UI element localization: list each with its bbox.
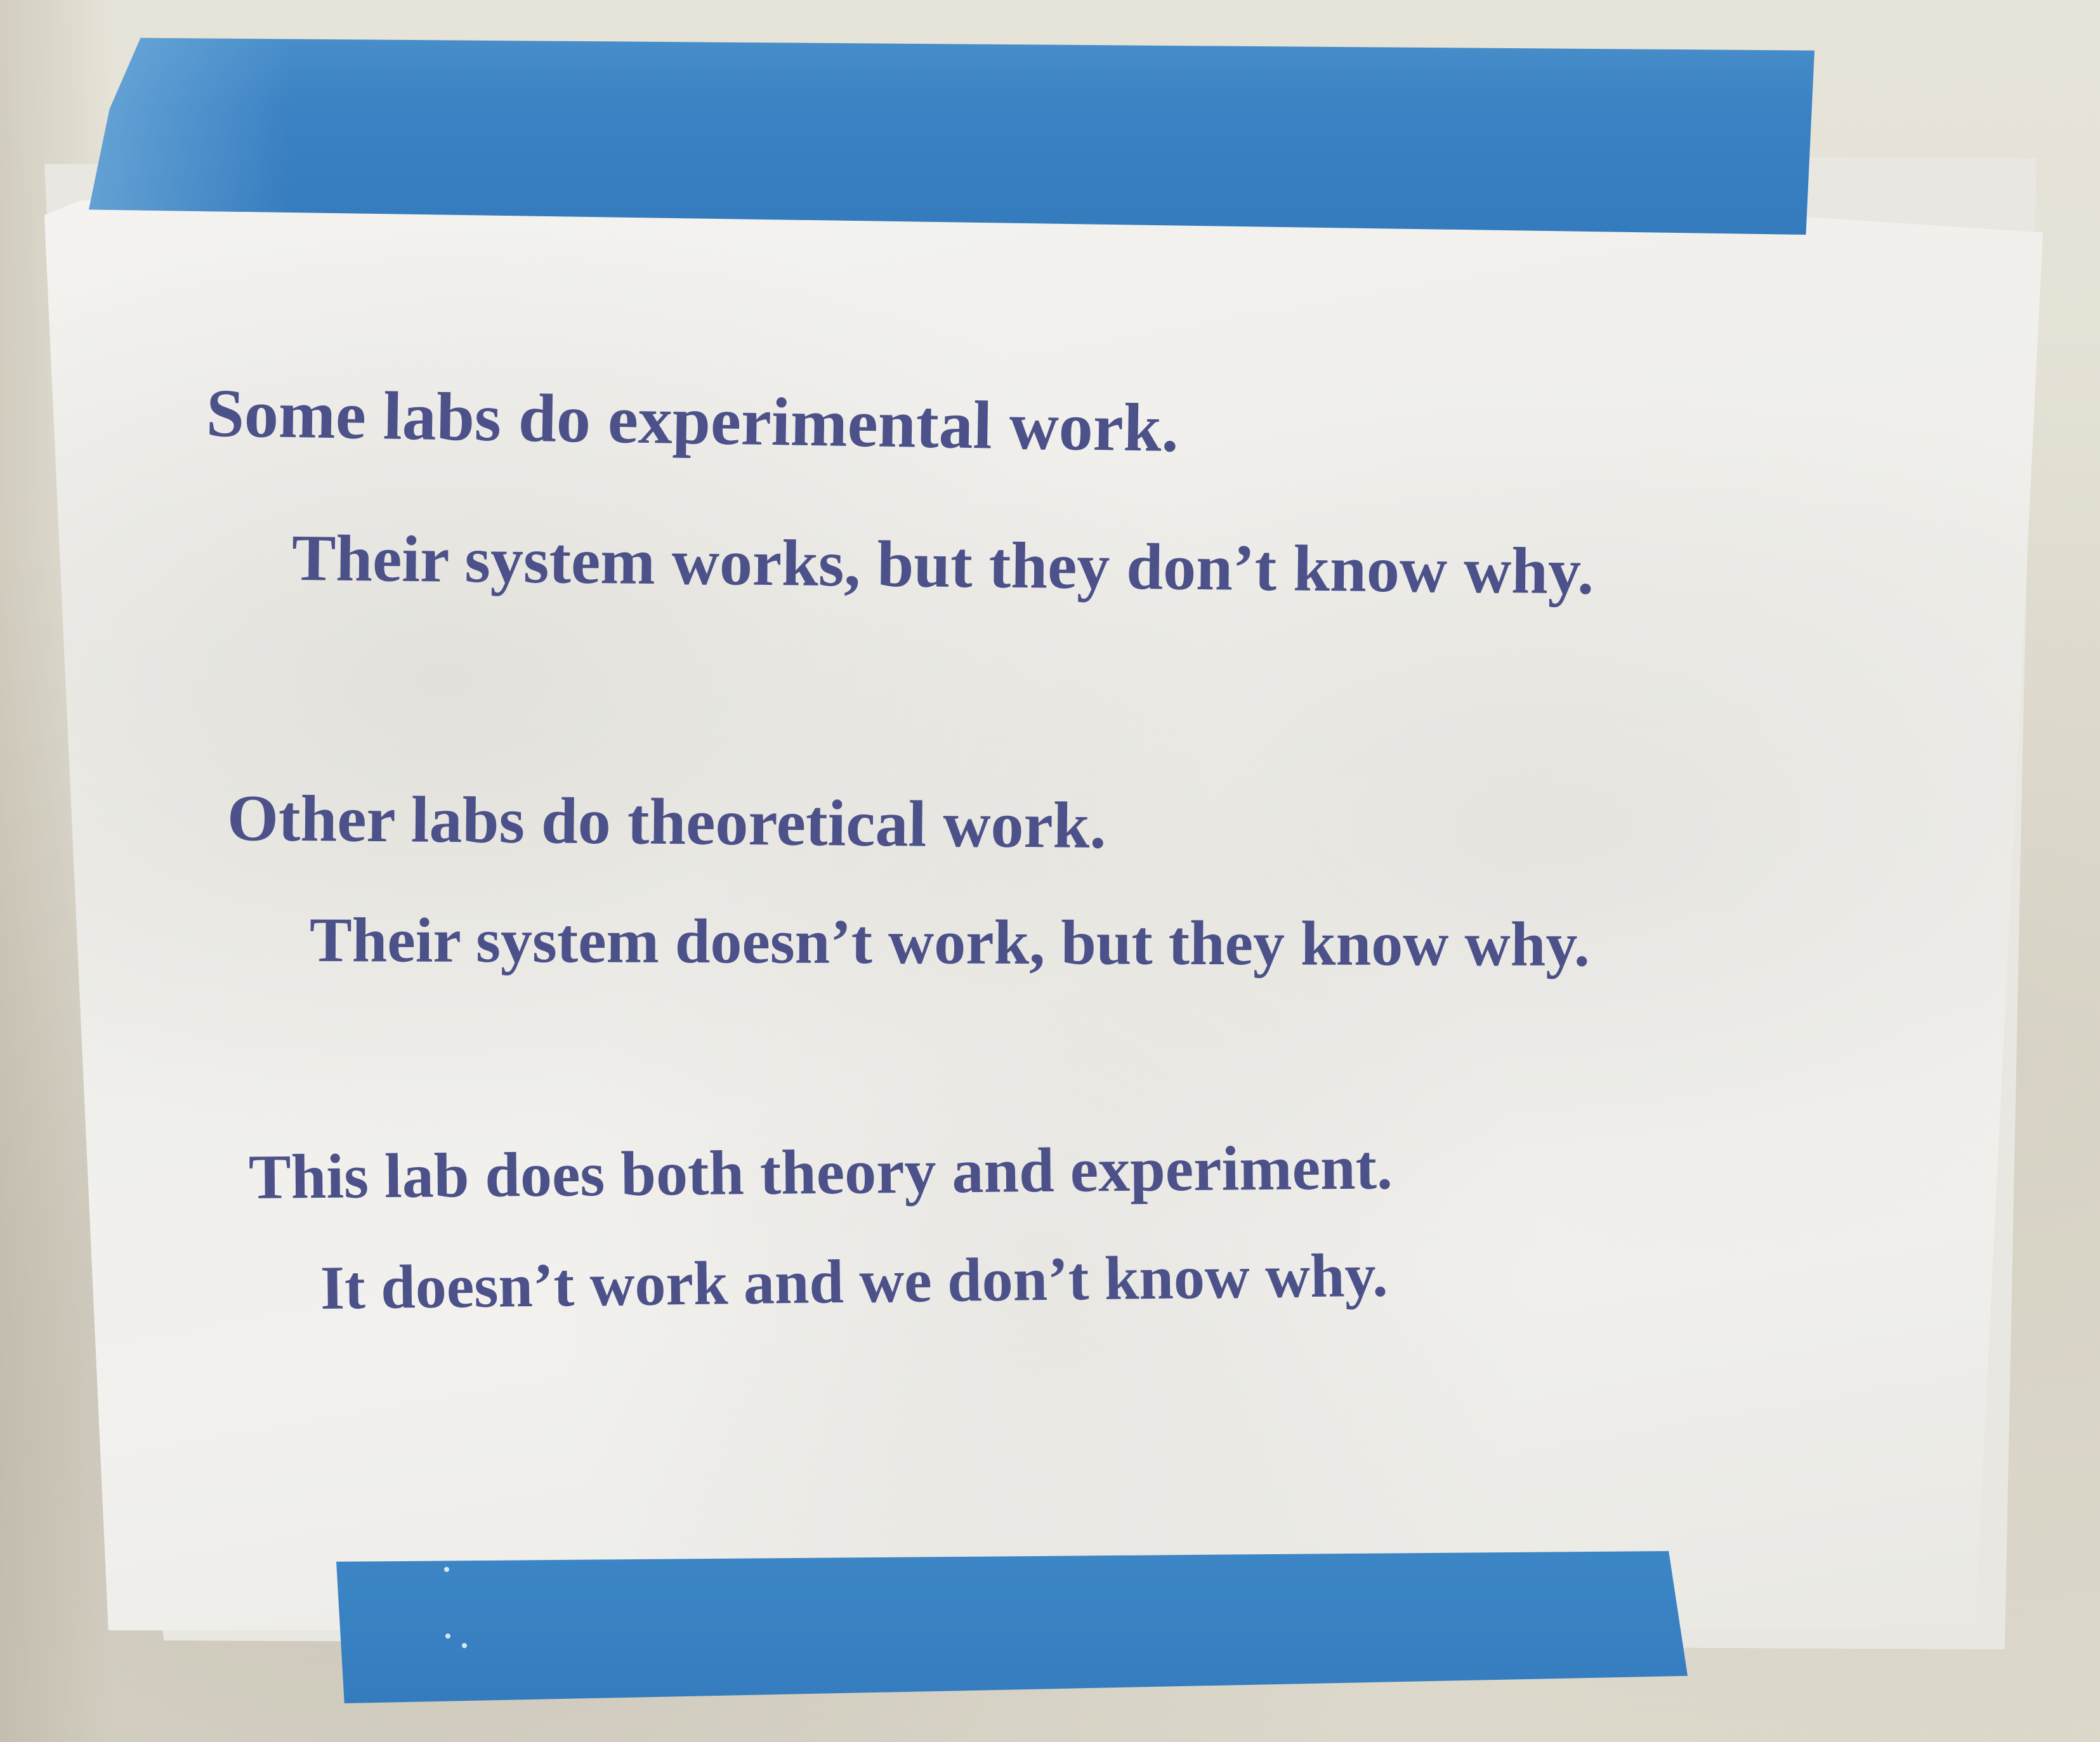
notice-line-experimental: Some labs do experimental work. xyxy=(206,376,1179,467)
notice-line-theoretical-result: Their system doesn’t work, but they know… xyxy=(309,905,1591,980)
notice-line-this-lab: This lab does both theory and experiment… xyxy=(248,1132,1393,1212)
notice-line-theoretical: Other labs do theoretical work. xyxy=(226,782,1107,863)
notice-text: Some labs do experimental work. Their sy… xyxy=(0,0,2100,1742)
notice-line-experimental-result: Their system works, but they don’t know … xyxy=(291,521,1594,608)
notice-line-this-lab-result: It doesn’t work and we don’t know why. xyxy=(320,1241,1389,1323)
